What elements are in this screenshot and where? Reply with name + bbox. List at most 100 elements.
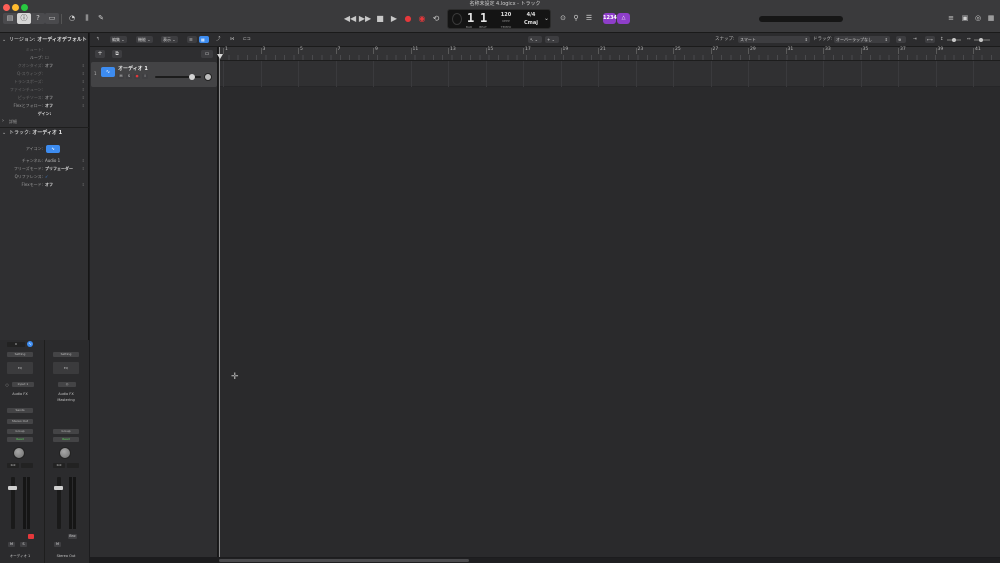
input-format-icon[interactable]: ○	[4, 383, 10, 387]
functions-menu[interactable]: 機能 ⌄	[136, 36, 153, 43]
region-row-finetune[interactable]: ファインチューン: ⇕	[0, 86, 89, 94]
bounce-button[interactable]: Bnc	[68, 534, 77, 539]
group-button[interactable]: Group	[7, 429, 33, 434]
horizontal-scrollbar-thumb[interactable]	[219, 559, 469, 562]
list-view-icon[interactable]: ☰	[187, 36, 197, 43]
pointer-tool-menu[interactable]: ↖ ⌄	[528, 36, 542, 43]
record-enable-icon[interactable]	[28, 534, 34, 539]
library-icon[interactable]: ▤	[3, 13, 17, 24]
stepper-icon[interactable]: ⇕	[82, 62, 85, 70]
vertical-zoom-icon[interactable]: ↕	[940, 36, 944, 43]
automation-icon[interactable]: ⤴	[216, 36, 221, 43]
more-header[interactable]: › 詳細	[0, 117, 89, 126]
stepper-icon[interactable]: ⇕	[82, 78, 85, 86]
lcd-tempo[interactable]: 120	[499, 12, 513, 18]
snap-menu[interactable]: スマート ⇕	[738, 36, 810, 43]
eq-button[interactable]: EQ	[53, 362, 79, 374]
track-solo-button[interactable]: S	[126, 74, 132, 79]
zoom-window-button[interactable]	[21, 4, 28, 11]
vertical-zoom-thumb[interactable]	[952, 38, 956, 42]
lcd-display[interactable]: 1 1 BAR BEAT 120 KEEP TEMPO 4/4 Cmaj ⌄	[447, 9, 551, 29]
waveform-icon[interactable]: ∿	[46, 145, 60, 153]
region-row-transpose[interactable]: トランスポーズ: ⇕	[0, 78, 89, 86]
stepper-icon[interactable]: ⇕	[82, 181, 85, 189]
region-row-qswing[interactable]: Q-スウィング: ⇕	[0, 70, 89, 78]
secondary-tool-menu[interactable]: + ⌄	[545, 36, 559, 43]
playhead[interactable]	[219, 47, 220, 557]
quick-help-icon[interactable]: ?	[31, 13, 45, 24]
stepper-icon[interactable]: ⇕	[82, 102, 85, 110]
tracks-view-icon[interactable]: ▦	[199, 36, 209, 43]
stop-icon[interactable]: ■	[373, 13, 387, 24]
setting-button[interactable]: Setting	[7, 352, 33, 357]
back-icon[interactable]: ↰	[96, 36, 100, 43]
inspector-icon[interactable]: ⓘ	[17, 13, 31, 24]
region-row-loop[interactable]: ループ: ☐	[0, 54, 89, 62]
duplicate-track-icon[interactable]: ⧉	[112, 50, 122, 58]
sends-slot[interactable]: Sends	[7, 408, 33, 413]
list-editors-icon[interactable]: ≡	[944, 13, 958, 24]
stepper-icon[interactable]: ⇕	[82, 70, 85, 78]
track-row-icon[interactable]: アイコン: ∿	[0, 144, 89, 154]
mute-button[interactable]: M	[54, 542, 61, 547]
count-in-icon[interactable]: ☰	[582, 13, 596, 24]
track-row-flex-mode[interactable]: Flexモード: オフ ⇕	[0, 181, 89, 189]
region-row-flex-follow[interactable]: Flexとフォロー: オフ ⇕	[0, 102, 89, 110]
audio-fx-slot[interactable]: Audio FX	[46, 392, 86, 396]
output-button[interactable]: Stereo Out	[7, 419, 33, 424]
volume-fader-track[interactable]	[11, 477, 15, 529]
track-volume-thumb[interactable]	[188, 74, 195, 80]
input-button[interactable]: Input 1	[12, 382, 34, 387]
automation-mode-button[interactable]: Read	[7, 437, 33, 442]
volume-fader-track[interactable]	[57, 477, 61, 529]
lcd-chevron-icon[interactable]: ⌄	[544, 15, 549, 22]
stepper-icon[interactable]: ⇕	[82, 157, 85, 165]
project-notes-field[interactable]	[759, 16, 843, 22]
record-icon[interactable]: ●	[401, 13, 415, 24]
drag-menu[interactable]: オーバーラップなし ⇕	[834, 36, 890, 43]
setting-button[interactable]: Setting	[53, 352, 79, 357]
bar-ruler[interactable]: 1 3 5 7 9 11 13 15 17 19 21 23 25 27 29 31 33 35 37 39 41	[219, 47, 1000, 61]
tracks-area[interactable]	[219, 61, 1000, 557]
lcd-signature[interactable]: 4/4	[524, 12, 538, 18]
stepper-icon[interactable]: ⇕	[82, 86, 85, 94]
tuner-icon[interactable]: ⊙	[556, 13, 570, 24]
pan-knob[interactable]	[13, 447, 25, 459]
notepad-icon[interactable]: ▣	[958, 13, 972, 24]
region-inspector-header[interactable]: ⌄ リージョン: オーディオデフォルト	[0, 35, 89, 45]
track-input-monitor-button[interactable]: I	[142, 74, 148, 79]
solo-button[interactable]: S	[20, 542, 27, 547]
track-mute-button[interactable]: M	[118, 74, 124, 79]
edit-menu[interactable]: 編集 ⌄	[110, 36, 127, 43]
region-row-mute[interactable]: ミュート:	[0, 46, 89, 54]
track-pan-knob[interactable]	[204, 73, 212, 81]
volume-field[interactable]: 0.0	[7, 463, 19, 468]
stepper-icon[interactable]: ⇕	[82, 94, 85, 102]
track-header-audio-1[interactable]: 1 ∿ オーディオ 1 M S ● I	[91, 62, 217, 87]
pan-knob[interactable]	[59, 447, 71, 459]
region-row-pitch-source[interactable]: ピッチソース: オフ ⇕	[0, 94, 89, 102]
eq-button[interactable]: EQ	[7, 362, 33, 374]
playhead-handle[interactable]	[217, 54, 223, 59]
minimize-window-button[interactable]	[12, 4, 19, 11]
global-tracks-icon[interactable]: ▭	[201, 50, 213, 58]
add-track-button[interactable]: +	[95, 50, 105, 58]
mastering-slot[interactable]: Mastering	[46, 398, 86, 402]
catch-icon[interactable]: ⊏⊐	[243, 36, 251, 43]
close-window-button[interactable]	[3, 4, 10, 11]
region-row-quantize[interactable]: クオンタイズ: オフ ⇕	[0, 62, 89, 70]
editors-icon[interactable]: ✎	[94, 13, 108, 24]
automation-mode-button[interactable]: Read	[53, 437, 79, 442]
fast-forward-icon[interactable]: ▶▶	[358, 13, 372, 24]
track-row-channel[interactable]: チャンネル: Audio 1 ⇕	[0, 157, 89, 165]
waveform-zoom-icon[interactable]: ⊛	[896, 36, 906, 43]
audio-fx-slot[interactable]: Audio FX	[0, 392, 40, 396]
peak-field[interactable]	[21, 463, 33, 468]
q-reference-checkbox[interactable]: ✓	[45, 173, 48, 181]
toolbar-toggle-icon[interactable]: ▭	[45, 13, 59, 24]
track-record-button[interactable]: ●	[134, 74, 140, 79]
smart-tempo-icon[interactable]: △	[617, 13, 630, 24]
horizontal-fit-icon[interactable]: ⟷	[925, 36, 935, 43]
purple-badge[interactable]: 1234	[603, 13, 617, 24]
stepper-icon[interactable]: ⇕	[82, 165, 85, 173]
